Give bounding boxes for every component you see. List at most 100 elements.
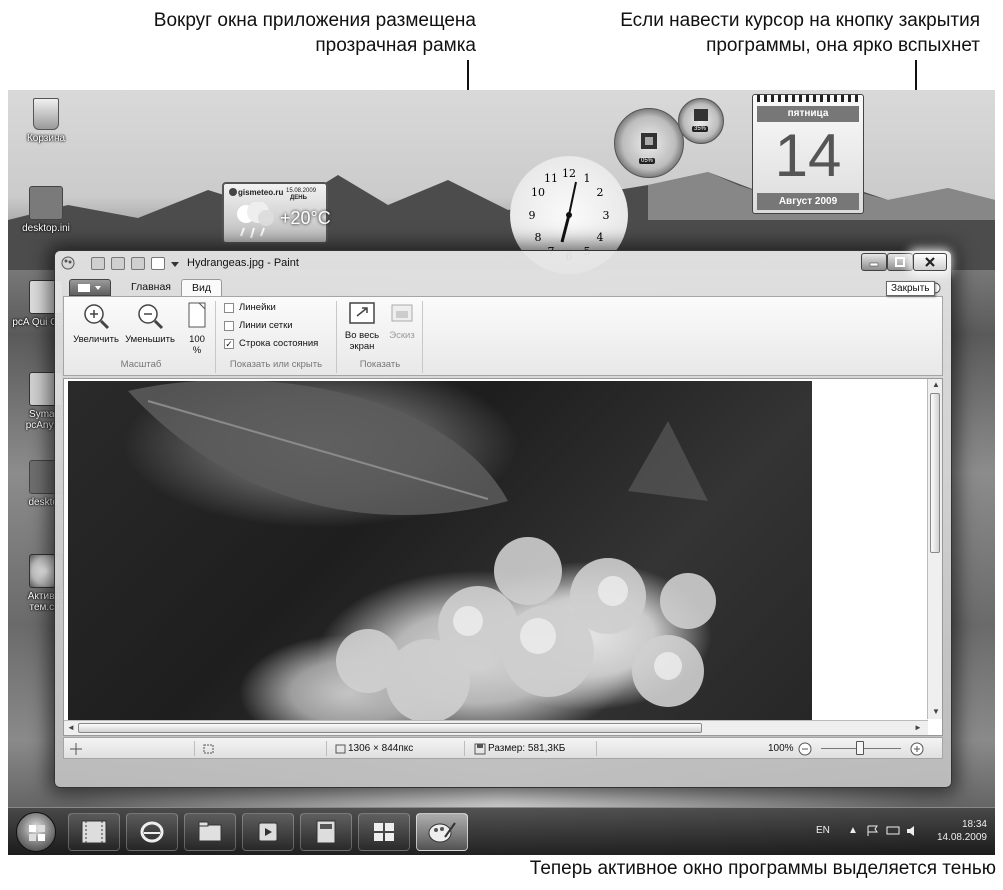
qat-dropdown-icon[interactable] xyxy=(171,260,179,268)
scroll-left-arrow[interactable]: ◄ xyxy=(67,723,75,732)
desktop-icon-recycle-bin[interactable]: Корзина xyxy=(10,98,82,144)
group-show-label: Показать xyxy=(359,359,401,370)
scroll-right-arrow[interactable]: ► xyxy=(914,723,922,732)
system-clock[interactable]: 18:34 14.08.2009 xyxy=(937,818,987,844)
memory-chip-icon xyxy=(694,109,708,121)
statusbar-checkbox[interactable]: ✓ Строка состояния xyxy=(224,337,318,350)
qat-new-button[interactable] xyxy=(151,257,165,270)
statusbar-checkbox-box[interactable]: ✓ xyxy=(224,338,234,349)
memory-meter-gadget[interactable]: 35% xyxy=(678,98,724,144)
horizontal-scroll-thumb[interactable] xyxy=(78,723,702,733)
zoom-in-icon xyxy=(84,304,110,330)
clock-number: 9 xyxy=(529,209,536,222)
callout-shadow: Теперь активное окно программы выделяетс… xyxy=(529,858,996,879)
scroll-up-arrow[interactable]: ▲ xyxy=(932,380,940,389)
status-separator xyxy=(194,741,195,756)
zoom-100-label: 100 xyxy=(189,334,205,345)
calendar-gadget[interactable]: пятница 14 Август 2009 xyxy=(752,94,864,214)
fullscreen-button[interactable]: Во весь экран xyxy=(340,301,384,352)
paint-menu-button[interactable] xyxy=(69,279,111,296)
clock-minute-hand xyxy=(568,181,577,216)
rulers-checkbox-box[interactable] xyxy=(224,302,234,313)
taskbar-calculator[interactable] xyxy=(300,813,352,851)
gismeteo-logo-icon xyxy=(229,188,237,196)
qat-redo-button[interactable] xyxy=(131,257,145,270)
vertical-scroll-thumb[interactable] xyxy=(930,393,940,553)
zoom-in-small-icon[interactable] xyxy=(910,742,924,756)
zoom-out-label: Уменьшить xyxy=(125,334,175,345)
hydrangea-image xyxy=(128,380,716,723)
maximize-button[interactable] xyxy=(887,253,913,271)
zoom-slider-thumb[interactable] xyxy=(856,741,864,755)
zoom-out-icon xyxy=(138,304,164,330)
zoom-100-button[interactable]: 100 % xyxy=(180,301,214,356)
desktop-icon-label: desktop.ini xyxy=(22,223,70,234)
desktop: Корзина desktop.ini pcA Qui Conne Symant… xyxy=(8,90,995,855)
film-strip-icon xyxy=(81,820,107,844)
taskbar-internet-explorer[interactable] xyxy=(126,813,178,851)
internet-explorer-icon xyxy=(140,821,164,843)
cpu-percent: 05% xyxy=(639,158,656,164)
gridlines-checkbox[interactable]: Линии сетки xyxy=(224,319,293,332)
taskbar-paint[interactable] xyxy=(416,813,468,851)
canvas-image[interactable] xyxy=(68,380,812,735)
clock-number: 12 xyxy=(562,167,576,180)
cpu-meter-gadget[interactable]: 05% xyxy=(614,108,684,178)
close-button[interactable] xyxy=(913,253,947,271)
taskbar-explorer[interactable] xyxy=(184,813,236,851)
menu-icon xyxy=(78,284,101,292)
gadget-icon xyxy=(374,823,394,841)
tray-expand-icon[interactable]: ▲ xyxy=(848,825,858,836)
start-button[interactable] xyxy=(16,812,56,852)
tab-home[interactable]: Главная xyxy=(121,279,181,297)
canvas-area[interactable]: ▲ ▼ ◄ ► xyxy=(63,378,943,736)
zoom-in-label: Увеличить xyxy=(73,334,119,345)
calendar-month: Август 2009 xyxy=(757,193,859,210)
thumbnail-button[interactable]: Эскиз xyxy=(384,301,420,341)
zoom-out-button[interactable]: Уменьшить xyxy=(122,301,178,345)
vertical-scrollbar[interactable]: ▲ ▼ xyxy=(927,379,942,719)
minimize-button[interactable] xyxy=(861,253,887,271)
network-icon[interactable] xyxy=(886,825,900,837)
window-titlebar[interactable]: Hydrangeas.jpg - Paint xyxy=(55,251,951,277)
paint-app-icon[interactable] xyxy=(61,256,75,270)
taskbar-media-player[interactable] xyxy=(242,813,294,851)
rulers-checkbox[interactable]: Линейки xyxy=(224,301,276,314)
gridlines-checkbox-box[interactable] xyxy=(224,320,234,331)
action-center-flag-icon[interactable] xyxy=(866,825,880,837)
folder-icon xyxy=(198,821,222,842)
ribbon-view: Увеличить Уменьшить 100 % Масштаб Линейк… xyxy=(63,296,943,376)
clock-number: 4 xyxy=(597,231,604,244)
callout-close-line2: программы, она ярко вспыхнет xyxy=(706,35,980,56)
image-dimensions: 1306 × 844пкс xyxy=(348,743,414,754)
horizontal-scrollbar[interactable]: ◄ ► xyxy=(64,720,928,735)
callout-frame: Вокруг окна приложения размещена прозрач… xyxy=(100,8,476,58)
tab-view[interactable]: Вид xyxy=(181,279,222,297)
weather-period: ДЕНЬ xyxy=(290,195,307,201)
scroll-down-arrow[interactable]: ▼ xyxy=(932,707,940,716)
qat-undo-button[interactable] xyxy=(111,257,125,270)
status-bar: 1306 × 844пкс Размер: 581,3КБ 100% xyxy=(63,737,943,759)
callout-close-line1: Если навести курсор на кнопку закрытия xyxy=(620,10,980,31)
language-indicator[interactable]: EN xyxy=(816,825,830,836)
zoom-in-button[interactable]: Увеличить xyxy=(70,301,122,345)
weather-gadget[interactable]: gismeteo.ru 15.08.2009 ДЕНЬ +20°C xyxy=(222,182,331,244)
thumbnail-label: Эскиз xyxy=(389,330,415,341)
paint-window[interactable]: Hydrangeas.jpg - Paint Главная Вид Увели… xyxy=(54,250,952,788)
ribbon-separator xyxy=(422,301,423,373)
desktop-icon-desktop-ini[interactable]: desktop.ini xyxy=(10,186,82,234)
ribbon-tabs: Главная Вид xyxy=(63,277,943,297)
taskbar: EN ▲ 18:34 14.08.2009 xyxy=(8,807,995,855)
paint-icon xyxy=(428,822,456,843)
close-icon xyxy=(925,257,935,267)
taskbar-film-strip[interactable] xyxy=(68,813,120,851)
close-tooltip: Закрыть xyxy=(886,281,935,296)
callout-frame-line1: Вокруг окна приложения размещена xyxy=(153,10,476,31)
recycle-bin-icon xyxy=(33,98,59,130)
volume-icon[interactable] xyxy=(906,825,920,837)
weather-date: 15.08.2009 xyxy=(286,188,317,194)
qat-save-button[interactable] xyxy=(91,257,105,270)
thumbnail-icon xyxy=(391,304,413,322)
zoom-out-small-icon[interactable] xyxy=(798,742,812,756)
taskbar-gadgets[interactable] xyxy=(358,813,410,851)
